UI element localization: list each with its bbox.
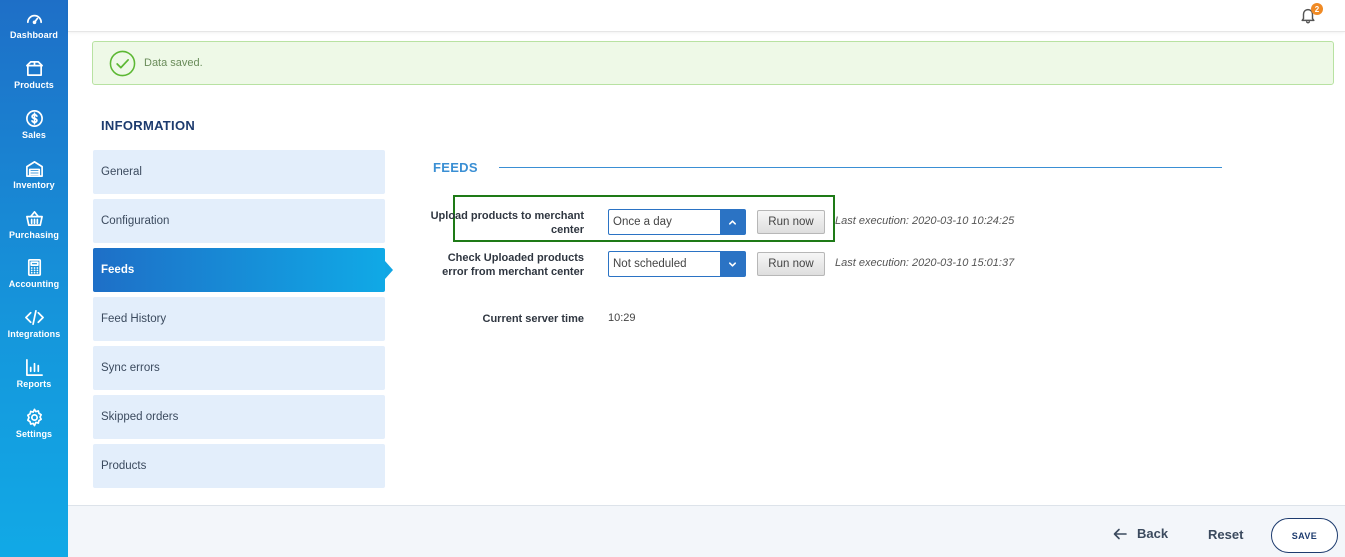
check-errors-label: Check Uploaded products error from merch… xyxy=(442,252,584,278)
active-tab-indicator xyxy=(385,261,393,279)
upload-products-last-execution: Last execution: 2020-03-10 10:24:25 xyxy=(835,215,1015,227)
box-icon xyxy=(25,61,43,77)
top-bar: 2 xyxy=(68,0,1345,32)
back-label: Back xyxy=(1137,526,1169,541)
nav-label: Accounting xyxy=(8,279,60,290)
tab-feeds[interactable]: Feeds xyxy=(93,248,385,292)
select-toggle[interactable] xyxy=(720,210,745,234)
server-time-label: Current server time xyxy=(482,313,585,325)
nav-label: Inventory xyxy=(13,179,55,190)
check-errors-run-button[interactable]: Run now xyxy=(757,252,825,276)
back-button[interactable]: Back xyxy=(1113,526,1168,541)
nav-dashboard[interactable]: Dashboard xyxy=(0,0,68,50)
select-value: Once a day xyxy=(613,216,672,228)
tab-general[interactable]: General xyxy=(93,150,385,194)
chevron-down-icon xyxy=(728,261,737,267)
check-errors-last-execution: Last execution: 2020-03-10 15:01:37 xyxy=(835,257,1015,269)
nav-label: Sales xyxy=(21,129,47,140)
calculator-icon xyxy=(27,259,41,277)
nav-purchasing[interactable]: Purchasing xyxy=(0,199,68,249)
nav-products[interactable]: Products xyxy=(0,50,68,100)
nav-label: Reports xyxy=(16,378,52,389)
nav-settings[interactable]: Settings xyxy=(0,398,68,448)
nav-label: Integrations xyxy=(7,329,61,340)
alert-message: Data saved. xyxy=(144,57,203,69)
section-title: INFORMATION xyxy=(101,118,196,133)
server-time-value: 10:29 xyxy=(608,312,636,324)
dollar-icon xyxy=(25,110,43,127)
dashboard-icon xyxy=(26,15,42,25)
feeds-title: FEEDS xyxy=(433,160,478,175)
notification-badge: 2 xyxy=(1311,3,1323,15)
tab-skipped-orders[interactable]: Skipped orders xyxy=(93,395,385,439)
tab-products[interactable]: Products xyxy=(93,444,385,488)
chevron-up-icon xyxy=(728,219,737,225)
upload-products-schedule-select[interactable]: Once a day xyxy=(608,209,746,235)
nav-reports[interactable]: Reports xyxy=(0,349,68,399)
bar-chart-icon xyxy=(25,359,43,376)
gear-icon xyxy=(26,408,42,427)
tab-sync-errors[interactable]: Sync errors xyxy=(93,346,385,390)
check-errors-schedule-select[interactable]: Not scheduled xyxy=(608,251,746,277)
reset-button[interactable]: Reset xyxy=(1208,527,1243,542)
sidebar: Dashboard Products Sales Inventory Purch… xyxy=(0,0,68,557)
upload-products-label: Upload products to merchant center xyxy=(430,210,584,236)
success-alert: Data saved. xyxy=(92,41,1334,85)
nav-sales[interactable]: Sales xyxy=(0,100,68,150)
nav-integrations[interactable]: Integrations xyxy=(0,299,68,349)
basket-icon xyxy=(25,210,43,226)
nav-label: Products xyxy=(14,80,54,91)
nav-label: Dashboard xyxy=(10,30,58,41)
nav-label: Settings xyxy=(15,428,53,439)
nav-accounting[interactable]: Accounting xyxy=(0,249,68,299)
arrow-left-icon xyxy=(1113,528,1127,539)
select-value: Not scheduled xyxy=(613,258,687,270)
notifications-button[interactable]: 2 xyxy=(1299,3,1323,26)
tab-configuration[interactable]: Configuration xyxy=(93,199,385,243)
nav-label: Purchasing xyxy=(8,229,59,240)
check-circle-icon xyxy=(109,50,136,77)
tab-feed-history[interactable]: Feed History xyxy=(93,297,385,341)
code-icon xyxy=(24,310,44,326)
nav-inventory[interactable]: Inventory xyxy=(0,149,68,199)
warehouse-icon xyxy=(25,160,43,177)
feeds-divider xyxy=(499,167,1222,168)
select-toggle[interactable] xyxy=(720,252,745,276)
upload-products-run-button[interactable]: Run now xyxy=(757,210,825,234)
save-button[interactable]: SAVE xyxy=(1271,518,1338,553)
